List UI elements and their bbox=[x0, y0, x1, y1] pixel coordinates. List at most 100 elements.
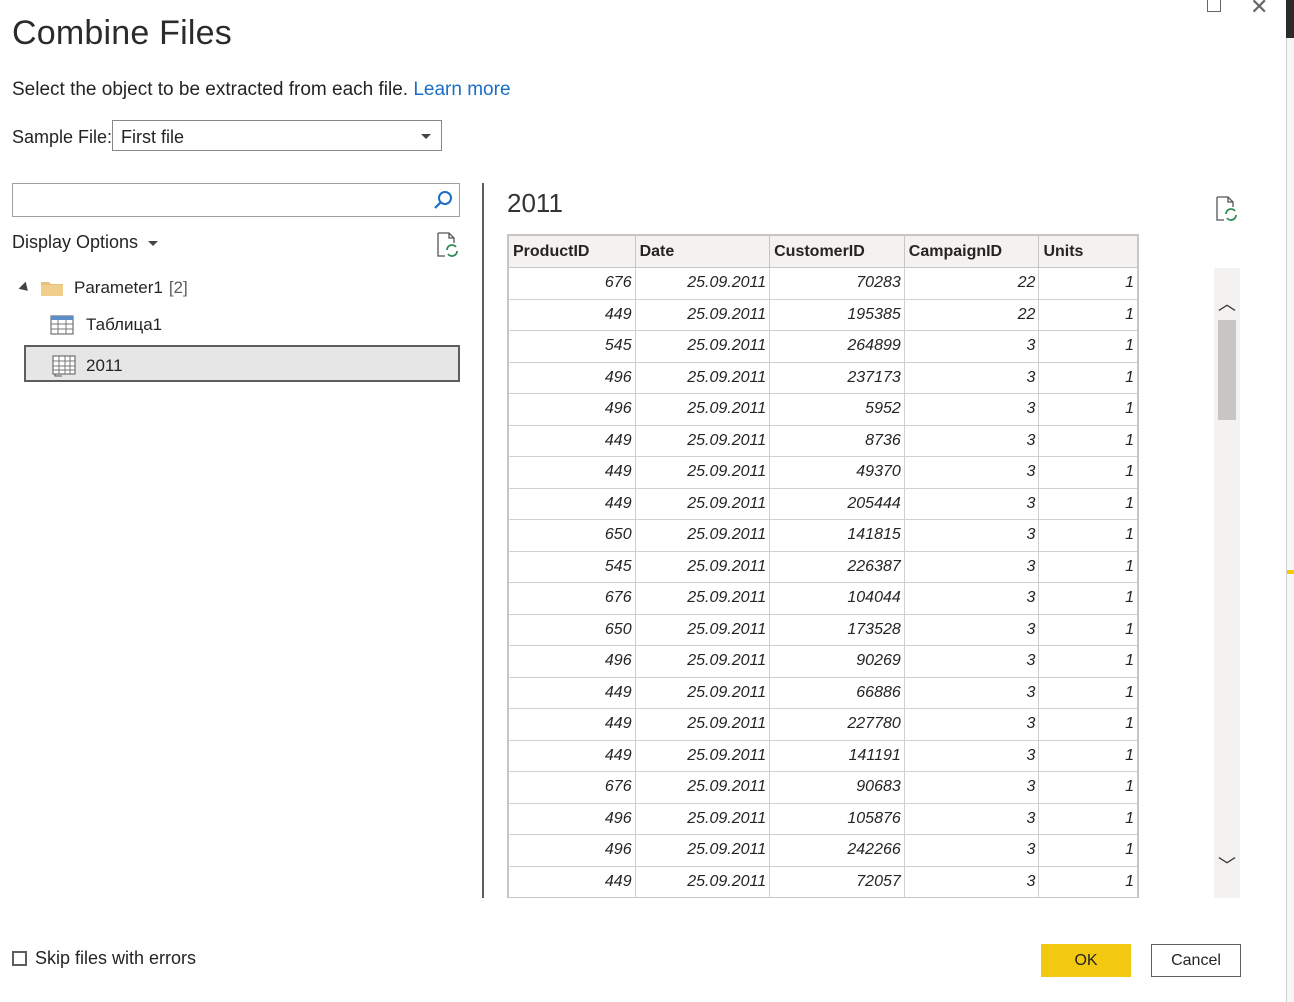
table-cell[interactable]: 1 bbox=[1038, 330, 1139, 363]
table-cell[interactable]: 25.09.2011 bbox=[634, 487, 771, 520]
table-cell[interactable]: 173528 bbox=[769, 613, 905, 646]
table-cell[interactable]: 66886 bbox=[769, 676, 905, 709]
pane-divider[interactable] bbox=[482, 183, 484, 898]
table-cell[interactable]: 226387 bbox=[769, 550, 905, 583]
table-cell[interactable]: 25.09.2011 bbox=[634, 834, 771, 867]
table-cell[interactable]: 650 bbox=[507, 519, 636, 552]
table-cell[interactable]: 1 bbox=[1038, 865, 1139, 898]
table-cell[interactable]: 496 bbox=[507, 361, 636, 394]
tree-item-parameter1[interactable]: Parameter1 [2] bbox=[18, 278, 188, 298]
table-cell[interactable]: 676 bbox=[507, 582, 636, 615]
table-row[interactable]: 545 25.09.2011 226387 3 1 bbox=[507, 550, 1139, 583]
chevron-down-icon[interactable]: ﹀ bbox=[1218, 852, 1236, 878]
table-cell[interactable]: 22 bbox=[903, 298, 1040, 331]
table-cell[interactable]: 3 bbox=[903, 393, 1040, 426]
table-cell[interactable]: 3 bbox=[903, 645, 1040, 678]
table-cell[interactable]: 650 bbox=[507, 613, 636, 646]
table-row[interactable]: 676 25.09.2011 70283 22 1 bbox=[507, 267, 1139, 300]
skip-files-checkbox[interactable]: Skip files with errors bbox=[12, 948, 196, 969]
table-row[interactable]: 650 25.09.2011 173528 3 1 bbox=[507, 613, 1139, 646]
chevron-up-icon[interactable]: ︿ bbox=[1218, 290, 1236, 316]
table-cell[interactable]: 237173 bbox=[769, 361, 905, 394]
table-cell[interactable]: 25.09.2011 bbox=[634, 330, 771, 363]
table-cell[interactable]: 25.09.2011 bbox=[634, 550, 771, 583]
table-cell[interactable]: 25.09.2011 bbox=[634, 361, 771, 394]
table-cell[interactable]: 25.09.2011 bbox=[634, 613, 771, 646]
table-row[interactable]: 449 25.09.2011 72057 3 1 bbox=[507, 865, 1139, 898]
table-cell[interactable]: 3 bbox=[903, 771, 1040, 804]
table-cell[interactable]: 1 bbox=[1038, 834, 1139, 867]
table-row[interactable]: 449 25.09.2011 227780 3 1 bbox=[507, 708, 1139, 741]
table-cell[interactable]: 3 bbox=[903, 330, 1040, 363]
checkbox-box[interactable] bbox=[12, 951, 27, 966]
table-cell[interactable]: 1 bbox=[1038, 519, 1139, 552]
table-cell[interactable]: 545 bbox=[507, 330, 636, 363]
table-cell[interactable]: 242266 bbox=[769, 834, 905, 867]
table-cell[interactable]: 449 bbox=[507, 424, 636, 457]
table-row[interactable]: 449 25.09.2011 205444 3 1 bbox=[507, 487, 1139, 520]
table-cell[interactable]: 1 bbox=[1038, 361, 1139, 394]
table-row[interactable]: 496 25.09.2011 90269 3 1 bbox=[507, 645, 1139, 678]
table-cell[interactable]: 1 bbox=[1038, 676, 1139, 709]
table-cell[interactable]: 49370 bbox=[769, 456, 905, 489]
table-row[interactable]: 496 25.09.2011 242266 3 1 bbox=[507, 834, 1139, 867]
table-cell[interactable]: 1 bbox=[1038, 550, 1139, 583]
table-cell[interactable]: 1 bbox=[1038, 393, 1139, 426]
table-cell[interactable]: 227780 bbox=[769, 708, 905, 741]
table-cell[interactable]: 545 bbox=[507, 550, 636, 583]
table-cell[interactable]: 3 bbox=[903, 708, 1040, 741]
table-row[interactable]: 449 25.09.2011 66886 3 1 bbox=[507, 676, 1139, 709]
table-row[interactable]: 496 25.09.2011 237173 3 1 bbox=[507, 361, 1139, 394]
table-cell[interactable]: 449 bbox=[507, 865, 636, 898]
expand-arrow-icon[interactable] bbox=[18, 281, 32, 295]
table-cell[interactable]: 25.09.2011 bbox=[634, 298, 771, 331]
table-cell[interactable]: 25.09.2011 bbox=[634, 582, 771, 615]
table-row[interactable]: 496 25.09.2011 5952 3 1 bbox=[507, 393, 1139, 426]
table-cell[interactable]: 104044 bbox=[769, 582, 905, 615]
table-cell[interactable]: 1 bbox=[1038, 771, 1139, 804]
table-cell[interactable]: 1 bbox=[1038, 298, 1139, 331]
column-header[interactable]: ProductID bbox=[507, 234, 636, 268]
table-cell[interactable]: 1 bbox=[1038, 267, 1139, 300]
table-cell[interactable]: 1 bbox=[1038, 613, 1139, 646]
sample-file-dropdown[interactable]: First file bbox=[112, 120, 442, 151]
table-row[interactable]: 545 25.09.2011 264899 3 1 bbox=[507, 330, 1139, 363]
table-cell[interactable]: 25.09.2011 bbox=[634, 393, 771, 426]
scrollbar-thumb[interactable] bbox=[1218, 320, 1236, 420]
table-cell[interactable]: 1 bbox=[1038, 708, 1139, 741]
table-cell[interactable]: 3 bbox=[903, 739, 1040, 772]
table-cell[interactable]: 449 bbox=[507, 298, 636, 331]
table-cell[interactable]: 676 bbox=[507, 771, 636, 804]
table-cell[interactable]: 1 bbox=[1038, 645, 1139, 678]
table-cell[interactable]: 496 bbox=[507, 834, 636, 867]
table-cell[interactable]: 449 bbox=[507, 676, 636, 709]
table-cell[interactable]: 5952 bbox=[769, 393, 905, 426]
display-options-menu[interactable]: Display Options bbox=[12, 232, 159, 253]
table-row[interactable]: 676 25.09.2011 90683 3 1 bbox=[507, 771, 1139, 804]
table-row[interactable]: 496 25.09.2011 105876 3 1 bbox=[507, 802, 1139, 835]
table-cell[interactable]: 25.09.2011 bbox=[634, 519, 771, 552]
table-cell[interactable]: 70283 bbox=[769, 267, 905, 300]
table-cell[interactable]: 205444 bbox=[769, 487, 905, 520]
cancel-button[interactable]: Cancel bbox=[1151, 944, 1241, 977]
table-cell[interactable]: 25.09.2011 bbox=[634, 645, 771, 678]
table-cell[interactable]: 449 bbox=[507, 487, 636, 520]
table-cell[interactable]: 3 bbox=[903, 582, 1040, 615]
table-cell[interactable]: 25.09.2011 bbox=[634, 708, 771, 741]
table-cell[interactable]: 449 bbox=[507, 708, 636, 741]
table-cell[interactable]: 3 bbox=[903, 424, 1040, 457]
maximize-button[interactable] bbox=[1207, 0, 1221, 12]
table-cell[interactable]: 1 bbox=[1038, 424, 1139, 457]
search-box[interactable] bbox=[12, 183, 460, 217]
table-cell[interactable]: 141815 bbox=[769, 519, 905, 552]
tree-item-table1[interactable]: Таблица1 bbox=[50, 315, 162, 335]
refresh-icon[interactable] bbox=[1214, 196, 1238, 222]
table-cell[interactable]: 22 bbox=[903, 267, 1040, 300]
table-cell[interactable]: 449 bbox=[507, 739, 636, 772]
column-header[interactable]: Date bbox=[634, 234, 771, 268]
table-cell[interactable]: 1 bbox=[1038, 739, 1139, 772]
refresh-icon[interactable] bbox=[435, 232, 459, 258]
table-cell[interactable]: 72057 bbox=[769, 865, 905, 898]
table-row[interactable]: 449 25.09.2011 49370 3 1 bbox=[507, 456, 1139, 489]
table-cell[interactable]: 3 bbox=[903, 802, 1040, 835]
